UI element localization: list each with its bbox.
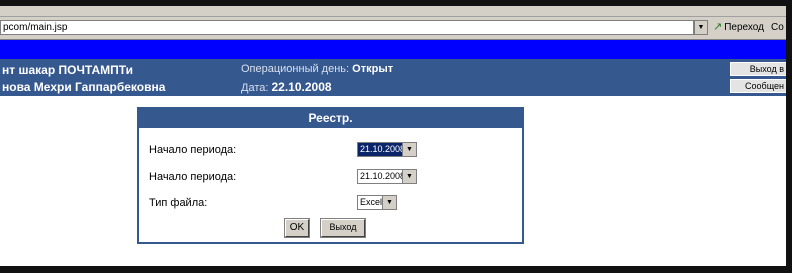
chevron-down-icon[interactable]: ▼ <box>402 170 416 183</box>
period-start-label: Начало периода: <box>149 144 237 156</box>
go-button-label: Переход <box>724 22 764 33</box>
period-end-label: Начало периода: <box>149 171 237 183</box>
registry-dialog: Реестр. Начало периода: 21.10.2008 ▼ Нач… <box>137 107 524 244</box>
messages-button[interactable]: Сообщен <box>730 79 786 93</box>
address-bar: pcom/main.jsp ▼ ↗ Переход Co <box>0 17 786 40</box>
dialog-title: Реестр. <box>139 109 522 128</box>
operational-day-status: Открыт <box>352 63 394 75</box>
screen-frame-bottom <box>0 266 792 273</box>
exit-button[interactable]: Выход <box>320 218 366 238</box>
blue-banner <box>0 40 786 59</box>
period-start-value: 21.10.2008 <box>358 143 408 156</box>
chevron-down-icon[interactable]: ▼ <box>382 196 396 209</box>
current-date: Дата: 22.10.2008 <box>241 80 332 94</box>
chevron-down-icon[interactable]: ▼ <box>402 143 416 156</box>
operational-day: Операционный день: Открыт <box>241 63 393 75</box>
organization-name: нт шакар ПОЧТАМПТи <box>2 63 133 77</box>
file-type-value: Excel <box>360 197 383 207</box>
links-label[interactable]: Co <box>771 20 784 35</box>
period-end-select[interactable]: 21.10.2008 ▼ <box>357 169 417 184</box>
logout-button[interactable]: Выход в <box>730 62 786 76</box>
date-value: 22.10.2008 <box>271 80 332 94</box>
file-type-label: Тип файла: <box>149 197 208 209</box>
ok-button[interactable]: OK <box>284 218 310 238</box>
period-start-select[interactable]: 21.10.2008 ▼ <box>357 142 417 157</box>
address-input[interactable]: pcom/main.jsp <box>0 20 694 35</box>
go-button[interactable]: ↗ Переход <box>713 20 764 35</box>
screen-frame-right <box>786 0 792 273</box>
chevron-down-icon[interactable]: ▼ <box>694 20 708 35</box>
browser-toolbar <box>0 6 786 17</box>
user-name: нова Мехри Гаппарбековна <box>2 80 166 94</box>
go-arrow-icon: ↗ <box>713 21 723 33</box>
date-label: Дата: <box>241 82 269 94</box>
operational-day-label: Операционный день: <box>241 63 350 75</box>
app-header: нт шакар ПОЧТАМПТи нова Мехри Гаппарбеко… <box>0 59 786 96</box>
period-end-value: 21.10.2008 <box>360 171 406 181</box>
file-type-select[interactable]: Excel ▼ <box>357 195 397 210</box>
